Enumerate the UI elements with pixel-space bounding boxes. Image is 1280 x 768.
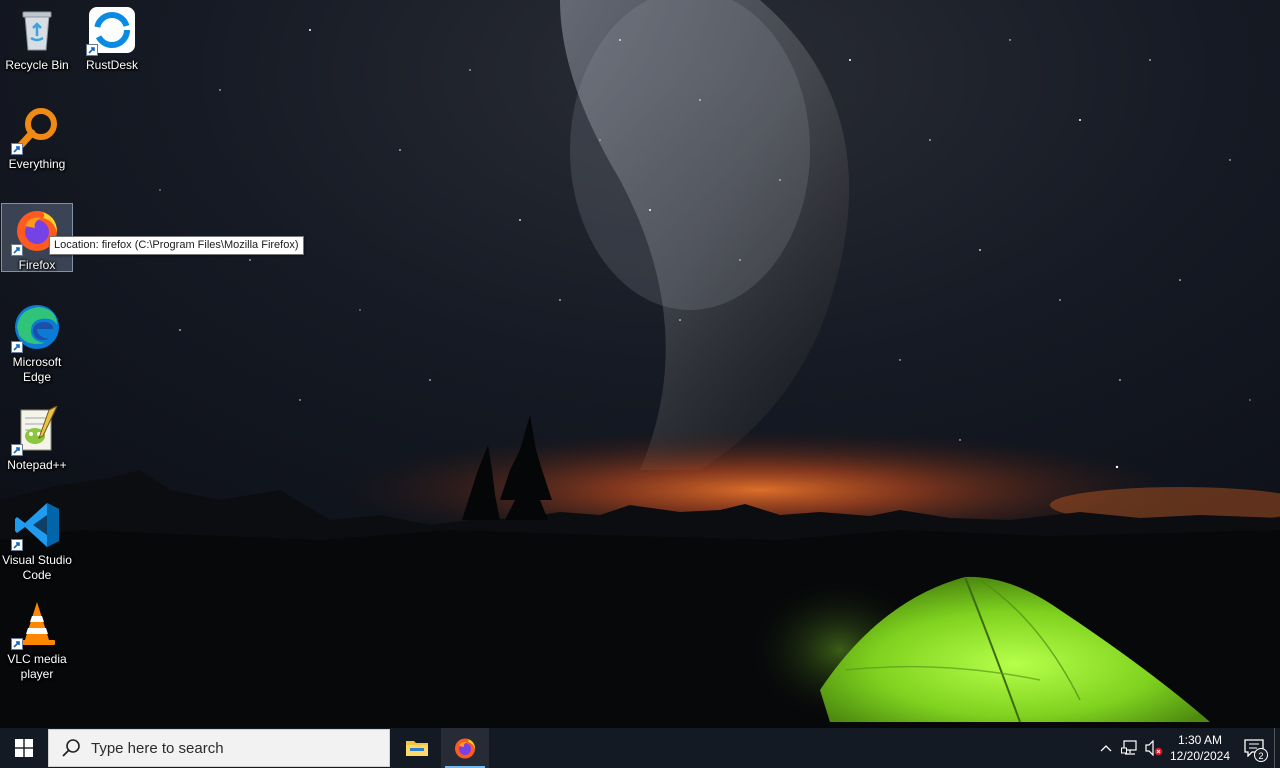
- search-icon: [62, 739, 80, 757]
- vscode-icon: [11, 501, 61, 551]
- everything-search-icon: [11, 105, 61, 155]
- shortcut-arrow-icon: [86, 44, 98, 56]
- shortcut-arrow-icon: [11, 341, 23, 353]
- desktop-icon-microsoft-edge[interactable]: Microsoft Edge: [1, 301, 73, 385]
- shortcut-arrow-icon: [11, 244, 23, 256]
- shortcut-arrow-icon: [11, 638, 23, 650]
- system-tray: 1:30 AM 12/20/2024 2: [1094, 728, 1280, 768]
- desktop-wallpaper: [0, 0, 1280, 728]
- action-center-button[interactable]: 2: [1234, 728, 1274, 768]
- desktop-icon-label: Visual Studio Code: [2, 553, 72, 582]
- network-status[interactable]: [1118, 728, 1142, 768]
- notepadpp-icon: [11, 406, 61, 456]
- taskbar: 1:30 AM 12/20/2024 2: [0, 728, 1280, 768]
- rustdesk-icon: [86, 6, 136, 56]
- taskbar-app-file-explorer[interactable]: [393, 728, 441, 768]
- taskbar-clock[interactable]: 1:30 AM 12/20/2024: [1166, 728, 1234, 768]
- icon-tooltip: Location: firefox (C:\Program Files\Mozi…: [49, 236, 304, 255]
- desktop-icon-label: Microsoft Edge: [12, 355, 62, 384]
- firefox-icon: [455, 738, 475, 759]
- desktop-icon-vscode[interactable]: Visual Studio Code: [1, 499, 73, 583]
- windows-logo-icon: [15, 739, 33, 757]
- desktop-icon-label: Recycle Bin: [5, 58, 69, 72]
- desktop-icon-notepadpp[interactable]: Notepad++: [1, 404, 73, 473]
- desktop-icon-label: Firefox: [18, 258, 56, 272]
- desktop-icon-vlc[interactable]: VLC media player: [1, 598, 73, 682]
- taskbar-app-firefox[interactable]: [441, 728, 489, 768]
- recycle-bin-icon: [13, 6, 61, 54]
- desktop-icon-everything[interactable]: Everything: [1, 103, 73, 172]
- clock-time: 1:30 AM: [1177, 733, 1223, 747]
- volume-control[interactable]: [1142, 728, 1166, 768]
- volume-muted-icon: [1145, 740, 1163, 756]
- start-button[interactable]: [0, 728, 48, 768]
- vlc-icon: [11, 600, 61, 650]
- show-hidden-icons-button[interactable]: [1094, 728, 1118, 768]
- desktop-icon-rustdesk[interactable]: RustDesk: [76, 4, 148, 73]
- notification-count-badge: 2: [1254, 748, 1268, 762]
- taskbar-search-box[interactable]: [48, 729, 390, 767]
- clock-date: 12/20/2024: [1169, 749, 1231, 763]
- desktop-icon-label: RustDesk: [85, 58, 138, 72]
- file-explorer-icon: [406, 741, 428, 756]
- edge-icon: [11, 303, 61, 353]
- desktop-icon-label: Notepad++: [7, 458, 67, 472]
- desktop-icon-label: VLC media player: [7, 652, 67, 681]
- search-input[interactable]: [89, 738, 373, 758]
- network-icon: [1121, 740, 1137, 755]
- desktop-icon-recycle-bin[interactable]: Recycle Bin: [1, 4, 73, 73]
- desktop-icon-label: Everything: [8, 157, 66, 171]
- shortcut-arrow-icon: [11, 444, 23, 456]
- shortcut-arrow-icon: [11, 143, 23, 155]
- show-desktop-button[interactable]: [1274, 728, 1280, 768]
- chevron-up-icon: [1100, 745, 1112, 752]
- shortcut-arrow-icon: [11, 539, 23, 551]
